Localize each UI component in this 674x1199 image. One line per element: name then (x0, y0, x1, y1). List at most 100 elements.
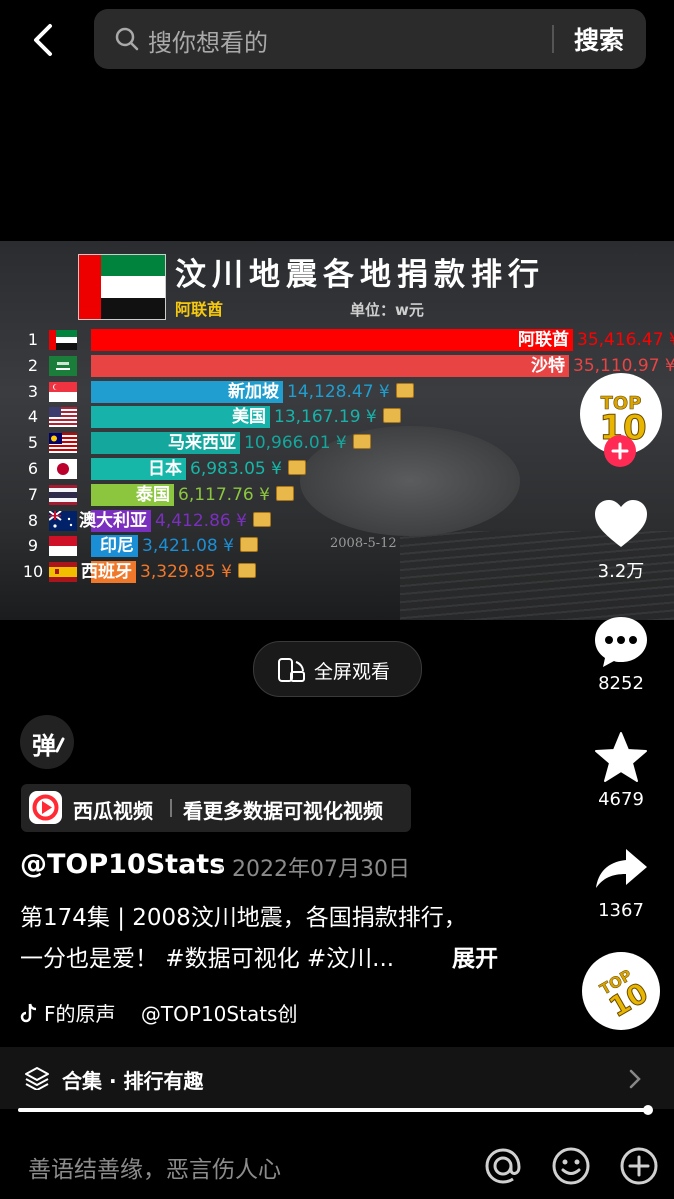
divider (170, 799, 172, 817)
bar-indonesia: 印尼 (91, 535, 138, 558)
indonesia-flag-icon (49, 536, 77, 557)
usa-flag-icon (49, 407, 77, 428)
bar-thailand: 泰国 (91, 483, 174, 506)
sound-label: F的原声 @TOP10Stats创 (44, 1002, 298, 1026)
bar-label: 印尼 (100, 536, 134, 557)
money-icon (352, 434, 371, 450)
plus-icon (611, 442, 629, 460)
fullscreen-label: 全屏观看 (314, 661, 391, 683)
rank-number: 6 (27, 459, 39, 478)
malaysia-flag-icon (49, 433, 77, 454)
singapore-flag-icon (49, 381, 77, 402)
bar-value: 6,117.76 ¥ (178, 484, 294, 506)
money-icon (382, 408, 401, 424)
bar-value: 3,421.08 ¥ (142, 535, 258, 557)
unit-label: 单位：w元 (350, 301, 424, 319)
description-line-1: 第174集 | 2008汶川地震，各国捐款排行， (20, 905, 467, 931)
progress-handle[interactable] (643, 1105, 653, 1115)
money-icon (395, 382, 414, 398)
bar-value: 10,966.01 ¥ (244, 432, 371, 454)
bar-label: 沙特 (531, 355, 565, 376)
description-line-2: 一分也是爱！ #数据可视化 #汶川... (20, 946, 395, 972)
bar-australia: 澳大利亚 (79, 509, 151, 532)
chart-title: 汶川地震各地捐款排行 (175, 257, 545, 293)
rotate-screen-icon (278, 658, 305, 682)
monument-date: 2008-5-12 (330, 536, 397, 551)
rank-number: 3 (27, 381, 39, 401)
smiley-icon (552, 1147, 590, 1185)
top10-disc-icon: TOP 10 (597, 966, 655, 1025)
japan-flag-icon (49, 459, 77, 479)
heart-icon (595, 500, 647, 547)
bar-value: 14,128.47 ¥ (287, 381, 414, 403)
search-button[interactable]: 搜索 (574, 21, 624, 57)
back-button[interactable] (22, 18, 66, 62)
collection-label: 合集 · 排行有趣 (62, 1069, 204, 1093)
bar-value: 35,416.47 ¥ (577, 330, 674, 350)
bar-label: 美国 (232, 407, 266, 428)
slash-icon (55, 737, 65, 753)
author-name[interactable]: @TOP10Stats (20, 849, 225, 880)
follow-button[interactable] (604, 435, 636, 467)
rank-number: 8 (27, 510, 39, 530)
bar-value: 6,983.05 ¥ (190, 458, 306, 480)
comment-button[interactable] (593, 615, 649, 673)
spain-flag-icon (49, 562, 77, 583)
money-icon (237, 563, 256, 579)
fullscreen-button[interactable]: 全屏观看 (253, 641, 422, 697)
bar-label: 泰国 (136, 484, 170, 505)
search-bar[interactable]: 搜你想看的 搜索 (94, 9, 646, 69)
music-disc[interactable]: TOP 10 (582, 952, 660, 1030)
tiktok-note-icon (20, 1003, 37, 1023)
australia-flag-icon (48, 509, 77, 531)
money-icon (275, 485, 294, 501)
emoji-button[interactable] (551, 1146, 591, 1190)
bar-label: 马来西亚 (168, 433, 236, 454)
current-leader: 阿联酋 (175, 300, 224, 319)
rank-number: 9 (27, 536, 39, 556)
video-progress-bar[interactable] (18, 1108, 650, 1112)
favorite-count: 4679 (598, 789, 644, 810)
post-date: · 2022年07月30日 (218, 857, 410, 882)
bar-usa: 美国 (91, 406, 270, 429)
xigua-cta: 看更多数据可视化视频 (183, 799, 383, 823)
bar-label: 日本 (148, 459, 182, 479)
rank-number: 5 (27, 433, 39, 453)
sound-track[interactable]: F的原声 @TOP10Stats创 (20, 998, 297, 1027)
danmu-button[interactable]: 弹 (20, 715, 74, 769)
add-button[interactable] (619, 1146, 659, 1190)
bar-saudi: 沙特 (91, 354, 569, 377)
money-icon (239, 537, 258, 553)
expand-button[interactable]: 展开 (452, 939, 498, 973)
rank-number: 7 (27, 484, 39, 504)
rank-number: 2 (27, 355, 39, 375)
comment-count: 8252 (598, 673, 644, 694)
divider (552, 25, 554, 53)
comment-input[interactable]: 善语结善缘，恶言伤人心 (28, 1150, 281, 1184)
rank-number: 10 (22, 562, 44, 582)
at-icon (485, 1148, 521, 1184)
share-arrow-icon (596, 849, 647, 888)
like-button[interactable] (593, 499, 649, 553)
chevron-left-icon (34, 24, 52, 56)
favorite-button[interactable] (594, 731, 648, 787)
comment-icon (595, 617, 647, 667)
bar-label: 新加坡 (228, 381, 279, 402)
xigua-app-name: 西瓜视频 (73, 799, 153, 823)
money-icon (287, 460, 306, 475)
bar-singapore: 新加坡 (91, 380, 283, 403)
star-icon (595, 732, 647, 782)
money-icon (252, 511, 271, 527)
video-player[interactable]: 2008-5-12 汶川地震各地捐款排行 阿联酋 单位：w元 1 阿联酋 35,41… (0, 241, 674, 620)
uae-flag-icon (78, 254, 166, 320)
mention-button[interactable] (482, 1145, 524, 1191)
bar-label: 澳大利亚 (79, 510, 147, 531)
collection-bar[interactable]: 合集 · 排行有趣 (0, 1047, 674, 1109)
share-count: 1367 (598, 900, 644, 921)
share-button[interactable] (594, 847, 648, 893)
bar-spain: 西班牙 (81, 561, 136, 584)
uae-flag-icon (49, 330, 77, 350)
xigua-banner[interactable]: 西瓜视频 看更多数据可视化视频 (21, 784, 411, 832)
search-input[interactable]: 搜你想看的 (148, 23, 268, 58)
bar-label: 西班牙 (81, 562, 132, 583)
